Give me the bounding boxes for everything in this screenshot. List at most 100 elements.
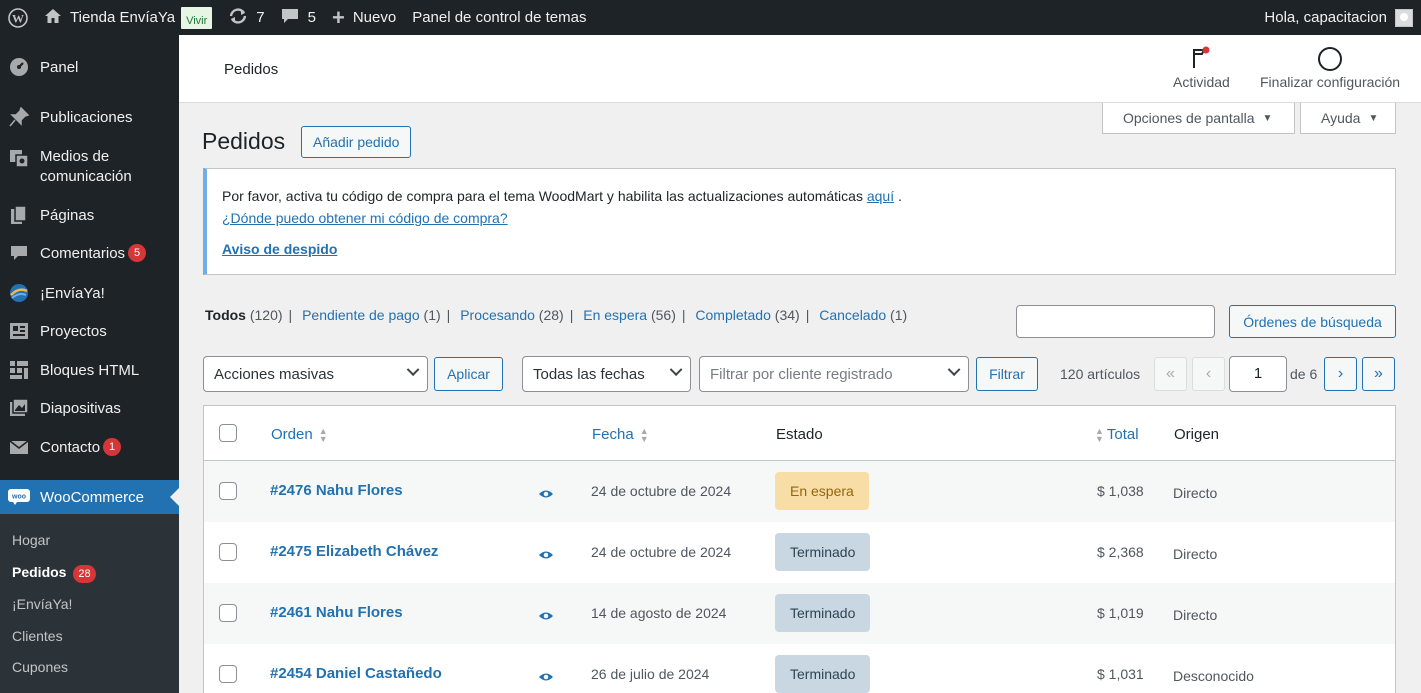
dismiss-notice-link[interactable]: Aviso de despido: [222, 241, 337, 257]
status-badge: Terminado: [775, 655, 871, 693]
home-icon: [44, 8, 62, 28]
prev-page-button[interactable]: ‹: [1192, 357, 1225, 391]
view-count: (1): [890, 307, 908, 323]
order-search-input[interactable]: [1016, 305, 1215, 338]
updates-link[interactable]: 7: [220, 0, 272, 35]
theme-panel-link[interactable]: Panel de control de temas: [404, 0, 594, 35]
activity-label: Actividad: [1173, 74, 1230, 90]
order-link[interactable]: #2461 Nahu Flores: [270, 604, 403, 621]
orders-badge: 28: [73, 565, 96, 583]
submenu-pedidos[interactable]: Pedidos 28: [12, 564, 96, 583]
order-total: $ 1,038: [1097, 483, 1144, 499]
table-row[interactable]: #2475 Elizabeth Chávez 24 de octubre de …: [204, 522, 1395, 583]
bulk-actions-select[interactable]: Acciones masivas: [203, 356, 428, 392]
finish-setup-label: Finalizar configuración: [1260, 74, 1401, 90]
current-page-input[interactable]: 1: [1229, 356, 1287, 392]
new-content-link[interactable]: + Nuevo: [324, 0, 404, 35]
updates-count: 7: [256, 9, 265, 26]
caret-down-icon: ▼: [1262, 112, 1273, 124]
add-order-button[interactable]: Añadir pedido: [301, 126, 412, 158]
table-row[interactable]: #2476 Nahu Flores 24 de octubre de 2024 …: [204, 461, 1395, 522]
bulk-actions-value: Acciones masivas: [214, 365, 335, 383]
table-row[interactable]: #2454 Daniel Castañedo 26 de julio de 20…: [204, 644, 1395, 693]
svg-text:W: W: [12, 11, 24, 25]
view-all[interactable]: Todos: [205, 307, 246, 323]
sidebar-item-enviaya[interactable]: ¡EnvíaYa!: [0, 283, 179, 303]
sidebar-item-bloques-html[interactable]: Bloques HTML: [0, 360, 179, 380]
site-name-link[interactable]: Tienda EnvíaYa Vivir: [36, 0, 220, 35]
submenu-enviaya[interactable]: ¡EnvíaYa!: [12, 596, 72, 612]
activity-button[interactable]: Actividad: [1173, 46, 1230, 90]
next-page-button[interactable]: ›: [1324, 357, 1357, 391]
sidebar-item-panel[interactable]: Panel: [0, 57, 179, 77]
view-processing[interactable]: Procesando: [460, 307, 535, 323]
preview-eye-icon[interactable]: [538, 547, 554, 563]
preview-eye-icon[interactable]: [538, 486, 554, 502]
notice-here-link[interactable]: aquí: [867, 188, 894, 204]
submenu-clientes[interactable]: Clientes: [12, 628, 63, 644]
notice-period: .: [894, 188, 902, 204]
view-on-hold[interactable]: En espera: [583, 307, 647, 323]
first-page-button[interactable]: «: [1154, 357, 1187, 391]
sidebar-item-label: Diapositivas: [40, 399, 121, 417]
row-checkbox[interactable]: [219, 604, 237, 622]
caret-down-icon: ▼: [1368, 112, 1379, 124]
select-all-checkbox[interactable]: [219, 424, 237, 442]
admin-bar: W Tienda EnvíaYa Vivir 7 5 + Nuevo Panel…: [0, 0, 1421, 35]
view-pending[interactable]: Pendiente de pago: [302, 307, 420, 323]
preview-eye-icon[interactable]: [538, 669, 554, 685]
submenu-hogar[interactable]: Hogar: [12, 532, 50, 548]
sidebar-item-paginas[interactable]: Páginas: [0, 205, 179, 225]
filter-button[interactable]: Filtrar: [976, 357, 1038, 391]
sort-icon: ▲ ▼: [318, 426, 328, 445]
wordpress-logo-icon[interactable]: W: [0, 0, 36, 35]
svg-text:woo: woo: [11, 494, 26, 501]
view-cancelled[interactable]: Cancelado: [819, 307, 886, 323]
items-count: 120 artículos: [1060, 366, 1141, 382]
column-order[interactable]: Orden ▲ ▼: [271, 426, 328, 445]
submenu-cupones[interactable]: Cupones: [12, 659, 68, 675]
enviaya-icon: [8, 283, 30, 303]
column-date[interactable]: Fecha ▲ ▼: [592, 426, 649, 444]
preview-eye-icon[interactable]: [538, 608, 554, 624]
sidebar-item-contacto[interactable]: Contacto 1: [0, 437, 179, 457]
new-label: Nuevo: [352, 9, 397, 26]
view-count: (1): [423, 307, 441, 323]
sidebar-item-diapositivas[interactable]: Diapositivas: [0, 398, 179, 418]
sidebar-item-medios[interactable]: Medios de comunicación: [0, 147, 179, 187]
row-checkbox[interactable]: [219, 665, 237, 683]
account-menu[interactable]: Hola, capacitacion: [1256, 0, 1421, 35]
finish-setup-button[interactable]: Finalizar configuración: [1260, 46, 1400, 90]
sidebar-item-proyectos[interactable]: Proyectos: [0, 321, 179, 341]
customer-filter-select[interactable]: Filtrar por cliente registrado: [699, 356, 969, 392]
last-page-button[interactable]: »: [1362, 357, 1395, 391]
order-link[interactable]: #2475 Elizabeth Chávez: [270, 543, 438, 560]
table-row[interactable]: #2461 Nahu Flores 14 de agosto de 2024 T…: [204, 583, 1395, 644]
help-button[interactable]: Ayuda ▼: [1300, 103, 1396, 134]
admin-sidebar: Panel Publicaciones Medios de comunicaci…: [0, 35, 179, 693]
date-filter-select[interactable]: Todas las fechas: [522, 356, 691, 392]
screen-options-button[interactable]: Opciones de pantalla ▼: [1102, 103, 1295, 134]
header-title: Pedidos: [224, 61, 279, 78]
sidebar-item-publicaciones[interactable]: Publicaciones: [0, 107, 179, 127]
view-completed[interactable]: Completado: [695, 307, 771, 323]
orders-table: Orden ▲ ▼ Fecha ▲ ▼ Estado ▲ ▼ Total Origen #2…: [203, 405, 1396, 693]
sidebar-item-label: Panel: [40, 58, 79, 76]
apply-button[interactable]: Aplicar: [434, 357, 503, 391]
sidebar-item-woocommerce[interactable]: woo WooCommerce: [0, 480, 179, 514]
order-origin: Desconocido: [1173, 668, 1254, 684]
row-checkbox[interactable]: [219, 482, 237, 500]
row-checkbox[interactable]: [219, 543, 237, 561]
pages-icon: [8, 205, 30, 225]
sidebar-item-comentarios[interactable]: Comentarios 5: [0, 243, 179, 263]
search-orders-button[interactable]: Órdenes de búsqueda: [1229, 305, 1396, 338]
order-date: 24 de octubre de 2024: [591, 483, 732, 499]
dashboard-icon: [8, 57, 30, 77]
column-order-label: Orden: [271, 426, 313, 443]
comments-link[interactable]: 5: [273, 0, 324, 35]
order-link[interactable]: #2476 Nahu Flores: [270, 482, 403, 499]
column-total[interactable]: ▲ ▼ Total: [1095, 426, 1139, 444]
order-link[interactable]: #2454 Daniel Castañedo: [270, 665, 442, 682]
purchase-code-help-link[interactable]: ¿Dónde puedo obtener mi código de compra…: [222, 210, 508, 226]
notice-text: Por favor, activa tu código de compra pa…: [222, 188, 863, 204]
